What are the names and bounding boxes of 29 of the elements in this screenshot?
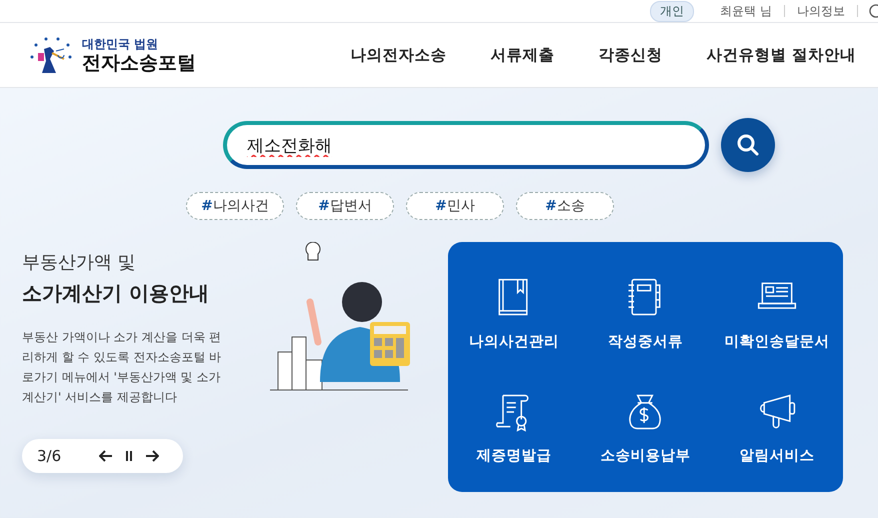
quick-menu-item[interactable]: 나의사건관리 — [448, 256, 580, 370]
logo-title[interactable]: 전자소송포털 — [82, 53, 196, 74]
slide-counter: 3/6 — [37, 447, 62, 465]
quick-menu-item[interactable]: 작성중서류 — [580, 256, 712, 370]
search-icon — [736, 133, 760, 157]
quick-menu-item[interactable]: 소송비용납부 — [580, 370, 712, 484]
user-type-badge: 개인 — [650, 0, 694, 22]
pause-icon — [125, 451, 133, 461]
user-name: 최윤택 님 — [719, 2, 773, 20]
quick-menu-item[interactable]: 알림서비스 — [711, 370, 843, 484]
my-info-link[interactable]: 나의정보 — [785, 2, 857, 20]
nav-menu-item[interactable]: 나의전자소송 — [290, 44, 469, 66]
quick-menu-item[interactable]: 미확인송달문서 — [711, 256, 843, 370]
banner-title: 부동산가액 및 — [22, 251, 137, 274]
left-arrow-icon — [99, 450, 113, 462]
banner-description: 부동산 가액이나 소가 계산을 더욱 편리하게 할 수 있도록 전자소송포털 바로가기 메뉴에서 '부동산가액 및 소가계산기' 서비스를 제공합니다 — [22, 329, 222, 406]
hashtag-button[interactable]: #민사 — [406, 192, 504, 220]
search-button[interactable] — [721, 118, 775, 172]
nav-menu-item[interactable]: 각종신청 — [576, 44, 685, 66]
logo-subtitle: 대한민국 법원 — [82, 36, 160, 54]
banner-title: 소가계산기 이용안내 — [22, 280, 210, 307]
nav-menu-item[interactable]: 서류제출 — [468, 44, 577, 66]
right-arrow-icon — [145, 450, 159, 462]
quick-menu-item[interactable]: 제증명발급 — [448, 370, 580, 484]
nav-menu-item[interactable]: 사건유형별 절차안내 — [684, 44, 878, 66]
search-field[interactable]: 제소전화해 — [223, 121, 709, 169]
hashtag-button[interactable]: #답변서 — [296, 192, 394, 220]
hashtag-button[interactable]: #소송 — [516, 192, 614, 220]
hashtag-button[interactable]: #나의사건 — [186, 192, 284, 220]
